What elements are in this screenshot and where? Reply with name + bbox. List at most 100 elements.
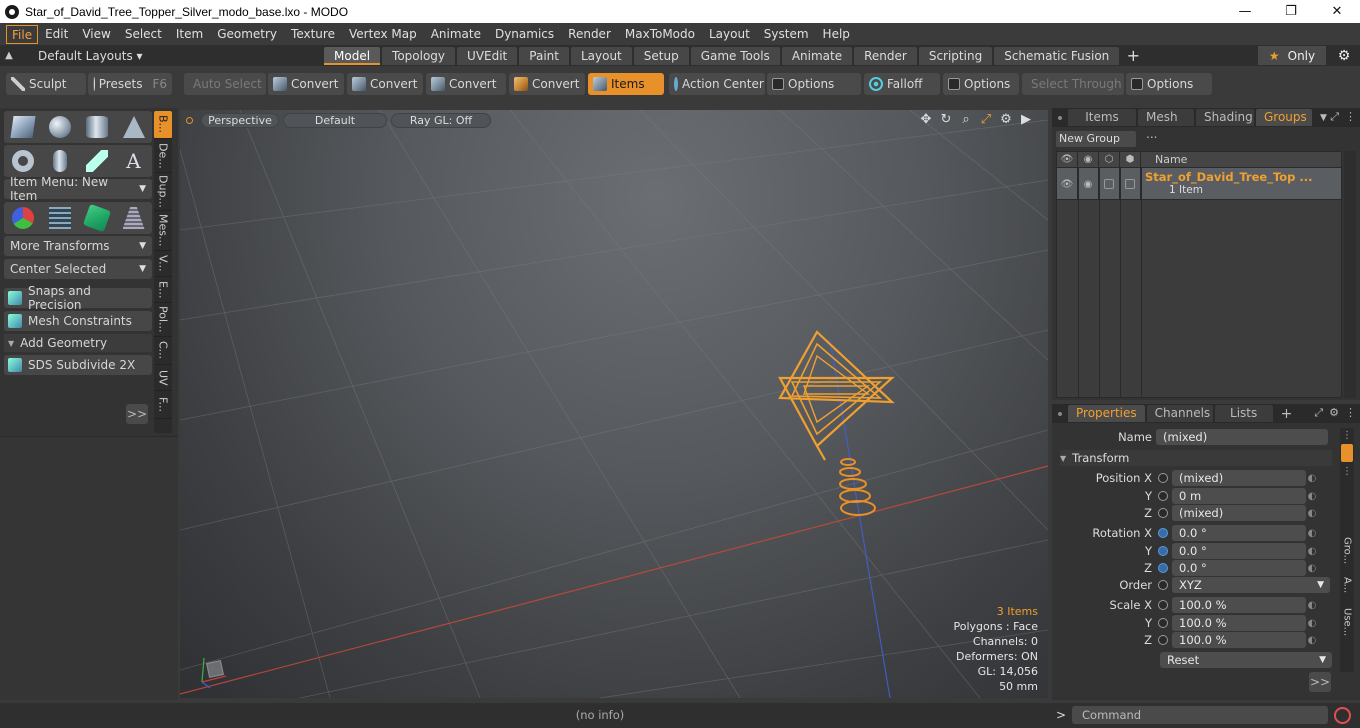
menu-maxtomodo[interactable]: MaxToModo (618, 25, 702, 44)
tab-model[interactable]: Model (324, 46, 381, 65)
falloff-options-button[interactable]: Options (943, 73, 1019, 95)
pan-icon[interactable]: ✥ (918, 112, 934, 127)
cube-tool[interactable] (4, 111, 41, 143)
menu-item[interactable]: Item (169, 25, 210, 44)
items-mode-button[interactable]: Items (588, 73, 664, 95)
convert-button-2[interactable]: Convert (347, 73, 423, 95)
side-tab-duplicate[interactable]: Dup... (154, 173, 172, 211)
presets-button[interactable]: Presets F6 (88, 73, 172, 95)
position-z-field[interactable]: (mixed) (1172, 505, 1306, 521)
close-button[interactable]: ✕ (1314, 0, 1360, 23)
side-dots-icon-2[interactable]: ⋮ (1340, 464, 1354, 478)
menu-select[interactable]: Select (118, 25, 169, 44)
side-tab-fusion[interactable]: F... (154, 391, 172, 419)
menu-vertex-map[interactable]: Vertex Map (342, 25, 424, 44)
order-key[interactable] (1158, 580, 1168, 590)
menu-dynamics[interactable]: Dynamics (488, 25, 561, 44)
pen-tool[interactable] (78, 145, 115, 177)
scale-y-field[interactable]: 100.0 % (1172, 615, 1306, 631)
position-y-anim-icon[interactable]: ◐ (1306, 488, 1318, 504)
capsule-tool[interactable] (41, 145, 78, 177)
sds-subdivide-button[interactable]: SDS Subdivide 2X (4, 355, 152, 375)
viewport-menu-dot[interactable] (186, 116, 193, 124)
tab-paint[interactable]: Paint (519, 46, 569, 65)
menu-render[interactable]: Render (561, 25, 618, 44)
position-z-anim-icon[interactable]: ◐ (1306, 505, 1318, 521)
menu-file[interactable]: File (6, 24, 39, 44)
order-dropdown[interactable]: XYZ ▼ (1172, 577, 1330, 593)
convert-button-1[interactable]: Convert (268, 73, 344, 95)
transform-tool[interactable] (4, 202, 41, 234)
collapse-up-icon[interactable]: ▲ (0, 45, 18, 66)
action-center-options-button[interactable]: Options (767, 73, 861, 95)
command-input[interactable]: Command (1072, 706, 1328, 724)
tab-layout[interactable]: Layout (570, 46, 632, 65)
rotation-x-field[interactable]: 0.0 ° (1172, 525, 1306, 541)
fit-icon[interactable]: ⤢ (978, 112, 994, 127)
side-tab-uv[interactable]: UV (154, 365, 172, 391)
rotation-z-anim-icon[interactable]: ◐ (1306, 560, 1318, 576)
tab-properties[interactable]: Properties (1068, 405, 1145, 422)
select-through-button[interactable]: Select Through (1022, 73, 1124, 95)
menu-help[interactable]: Help (816, 25, 857, 44)
row-eye-icon[interactable]: 👁 (1057, 168, 1078, 200)
select-options-button[interactable]: Options (1126, 73, 1212, 95)
zoom-icon[interactable]: ⌕ (958, 112, 974, 127)
taper-tool[interactable] (115, 202, 152, 234)
default-shading-button[interactable]: Default (283, 112, 387, 128)
position-x-key[interactable] (1158, 473, 1168, 483)
menu-system[interactable]: System (757, 25, 816, 44)
panel-menu-dot[interactable] (1052, 108, 1068, 127)
scale-y-anim-icon[interactable]: ◐ (1306, 615, 1318, 631)
name-field[interactable]: (mixed) (1156, 429, 1328, 445)
sphere-tool[interactable] (41, 111, 78, 143)
maximize-panel-icon[interactable]: ⤢ (1314, 406, 1323, 420)
row-lock-toggle[interactable] (1099, 168, 1120, 200)
tab-setup[interactable]: Setup (633, 46, 689, 65)
item-menu-dropdown[interactable]: Item Menu: New Item ▼ (4, 175, 152, 203)
scale-y-key[interactable] (1158, 618, 1168, 628)
scale-z-anim-icon[interactable]: ◐ (1306, 632, 1318, 648)
rotation-x-anim-icon[interactable]: ◐ (1306, 525, 1318, 541)
position-x-anim-icon[interactable]: ◐ (1306, 470, 1318, 486)
tab-shading[interactable]: Shading (1196, 109, 1254, 126)
rotation-z-key[interactable] (1158, 563, 1168, 573)
tab-render[interactable]: Render (854, 46, 917, 65)
scale-x-field[interactable]: 100.0 % (1172, 597, 1306, 613)
tab-game-tools[interactable]: Game Tools (690, 46, 780, 65)
rotation-z-field[interactable]: 0.0 ° (1172, 560, 1306, 576)
scale-x-anim-icon[interactable]: ◐ (1306, 597, 1318, 613)
position-y-key[interactable] (1158, 491, 1168, 501)
menu-edit[interactable]: Edit (38, 25, 75, 44)
side-tab-polygon[interactable]: Pol... (154, 303, 172, 337)
position-y-field[interactable]: 0 m (1172, 488, 1306, 504)
center-selected-dropdown[interactable]: Center Selected ▼ (4, 259, 152, 279)
add-geometry-section[interactable]: ▼ Add Geometry (4, 334, 152, 352)
add-tab-button[interactable]: + (1275, 406, 1299, 422)
tab-items[interactable]: Items (1068, 109, 1136, 126)
bend-tool[interactable] (78, 202, 115, 234)
gear-icon[interactable]: ⚙ (1333, 46, 1355, 65)
position-x-field[interactable]: (mixed) (1172, 470, 1306, 486)
raygl-button[interactable]: Ray GL: Off (391, 112, 491, 128)
text-tool[interactable]: A (115, 145, 152, 177)
tab-uvedit[interactable]: UVEdit (457, 46, 518, 65)
tab-topology[interactable]: Topology (382, 46, 456, 65)
side-tab-active[interactable] (1341, 444, 1353, 462)
menu-view[interactable]: View (75, 25, 117, 44)
tab-lists[interactable]: Lists (1214, 405, 1273, 422)
auto-select-button[interactable]: Auto Select (184, 73, 266, 95)
default-layouts-dropdown[interactable]: Default Layouts ▾ (18, 49, 324, 63)
side-tab-deform[interactable]: De... (154, 139, 172, 173)
side-tab-assembly[interactable]: A... (1340, 568, 1354, 602)
more-properties-button[interactable]: >> (1309, 672, 1331, 692)
rotation-y-field[interactable]: 0.0 ° (1172, 543, 1306, 559)
tab-animate[interactable]: Animate (781, 46, 853, 65)
add-layout-button[interactable]: + (1121, 46, 1145, 65)
snaps-precision-button[interactable]: Snaps and Precision (4, 284, 152, 312)
rotation-y-anim-icon[interactable]: ◐ (1306, 543, 1318, 559)
settings-icon[interactable]: ⚙ (1329, 406, 1339, 420)
scale-z-key[interactable] (1158, 635, 1168, 645)
tab-groups[interactable]: Groups (1256, 109, 1312, 126)
3d-viewport[interactable]: Perspective Default Ray GL: Off ✥ ↻ ⌕ ⤢ … (180, 110, 1048, 698)
